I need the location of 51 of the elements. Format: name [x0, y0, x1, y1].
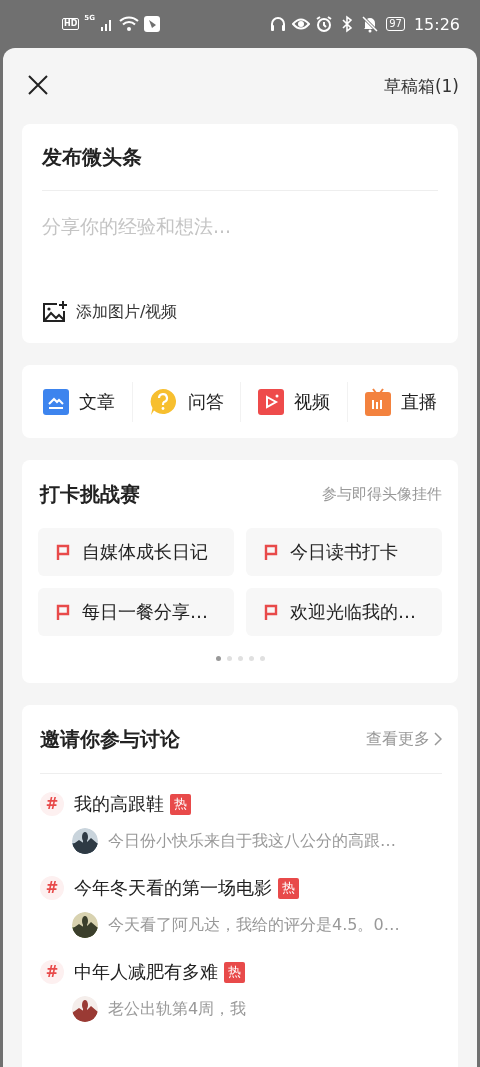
post-type-button[interactable]: 直播: [347, 381, 454, 422]
hashtag-mark: #: [40, 792, 64, 816]
page-dot[interactable]: [215, 656, 221, 661]
section-subtitle: 参与即得头像挂件: [322, 484, 442, 504]
compose-title: 发布微头条: [42, 124, 438, 191]
add-image-icon: [42, 301, 68, 323]
question-icon: [148, 387, 179, 416]
chevron-right-icon: [434, 732, 442, 746]
flag-icon: [56, 544, 70, 560]
post-type-button[interactable]: 文章: [26, 381, 134, 422]
signal-icon: [99, 17, 114, 31]
topic-title[interactable]: 中年人减肥有多难: [74, 960, 218, 984]
hashtag-mark: #: [40, 960, 64, 984]
challenge-chip[interactable]: 今日读书打卡: [246, 528, 442, 576]
flag-icon: [56, 604, 70, 620]
clock-time: 15:26: [413, 14, 460, 34]
section-title: 打卡挑战赛: [40, 480, 140, 508]
flag-icon: [264, 604, 278, 620]
post-input[interactable]: 分享你的经验和想法...: [42, 215, 438, 237]
add-media-button[interactable]: 添加图片/视频: [42, 301, 178, 323]
hashtag-mark: #: [40, 876, 64, 900]
post-type-button[interactable]: 视频: [240, 381, 348, 422]
challenge-chip[interactable]: 自媒体成长日记: [38, 528, 234, 576]
challenge-chip[interactable]: 每日一餐分享…: [38, 588, 234, 636]
play-icon: [257, 388, 284, 415]
app-icon: [143, 16, 160, 32]
alarm-icon: [315, 15, 334, 33]
hot-badge: 热: [224, 961, 245, 983]
page-dot[interactable]: [259, 656, 265, 661]
section-title: 邀请你参与讨论: [40, 725, 180, 753]
comment-preview: 今天看了阿凡达，我给的评分是4.5。0…: [108, 914, 400, 936]
page-dot[interactable]: [248, 656, 254, 661]
muted-bell-icon: [361, 15, 380, 33]
comment-preview: 老公出轨第4周，我: [108, 998, 247, 1020]
drafts-button[interactable]: 草稿箱(1): [383, 74, 459, 98]
topic-title[interactable]: 今年冬天看的第一场电影: [74, 876, 272, 900]
challenge-chip[interactable]: 欢迎光临我的…: [246, 588, 442, 636]
wifi-icon: [118, 16, 139, 32]
page-dot[interactable]: [237, 656, 243, 661]
tv-icon: [364, 387, 391, 416]
hd-indicator: HD: [62, 18, 80, 30]
headphones-icon: [269, 15, 288, 33]
flag-icon: [264, 544, 278, 560]
post-type-button[interactable]: 问答: [133, 381, 241, 422]
page-dot[interactable]: [226, 656, 232, 661]
battery-indicator: 97: [386, 17, 405, 31]
hot-badge: 热: [278, 877, 299, 899]
hot-badge: 热: [170, 793, 191, 815]
article-icon: [43, 388, 70, 415]
topic-title[interactable]: 我的高跟鞋: [74, 792, 164, 816]
comment-preview: 今日份小快乐来自于我这八公分的高跟…: [108, 830, 396, 852]
